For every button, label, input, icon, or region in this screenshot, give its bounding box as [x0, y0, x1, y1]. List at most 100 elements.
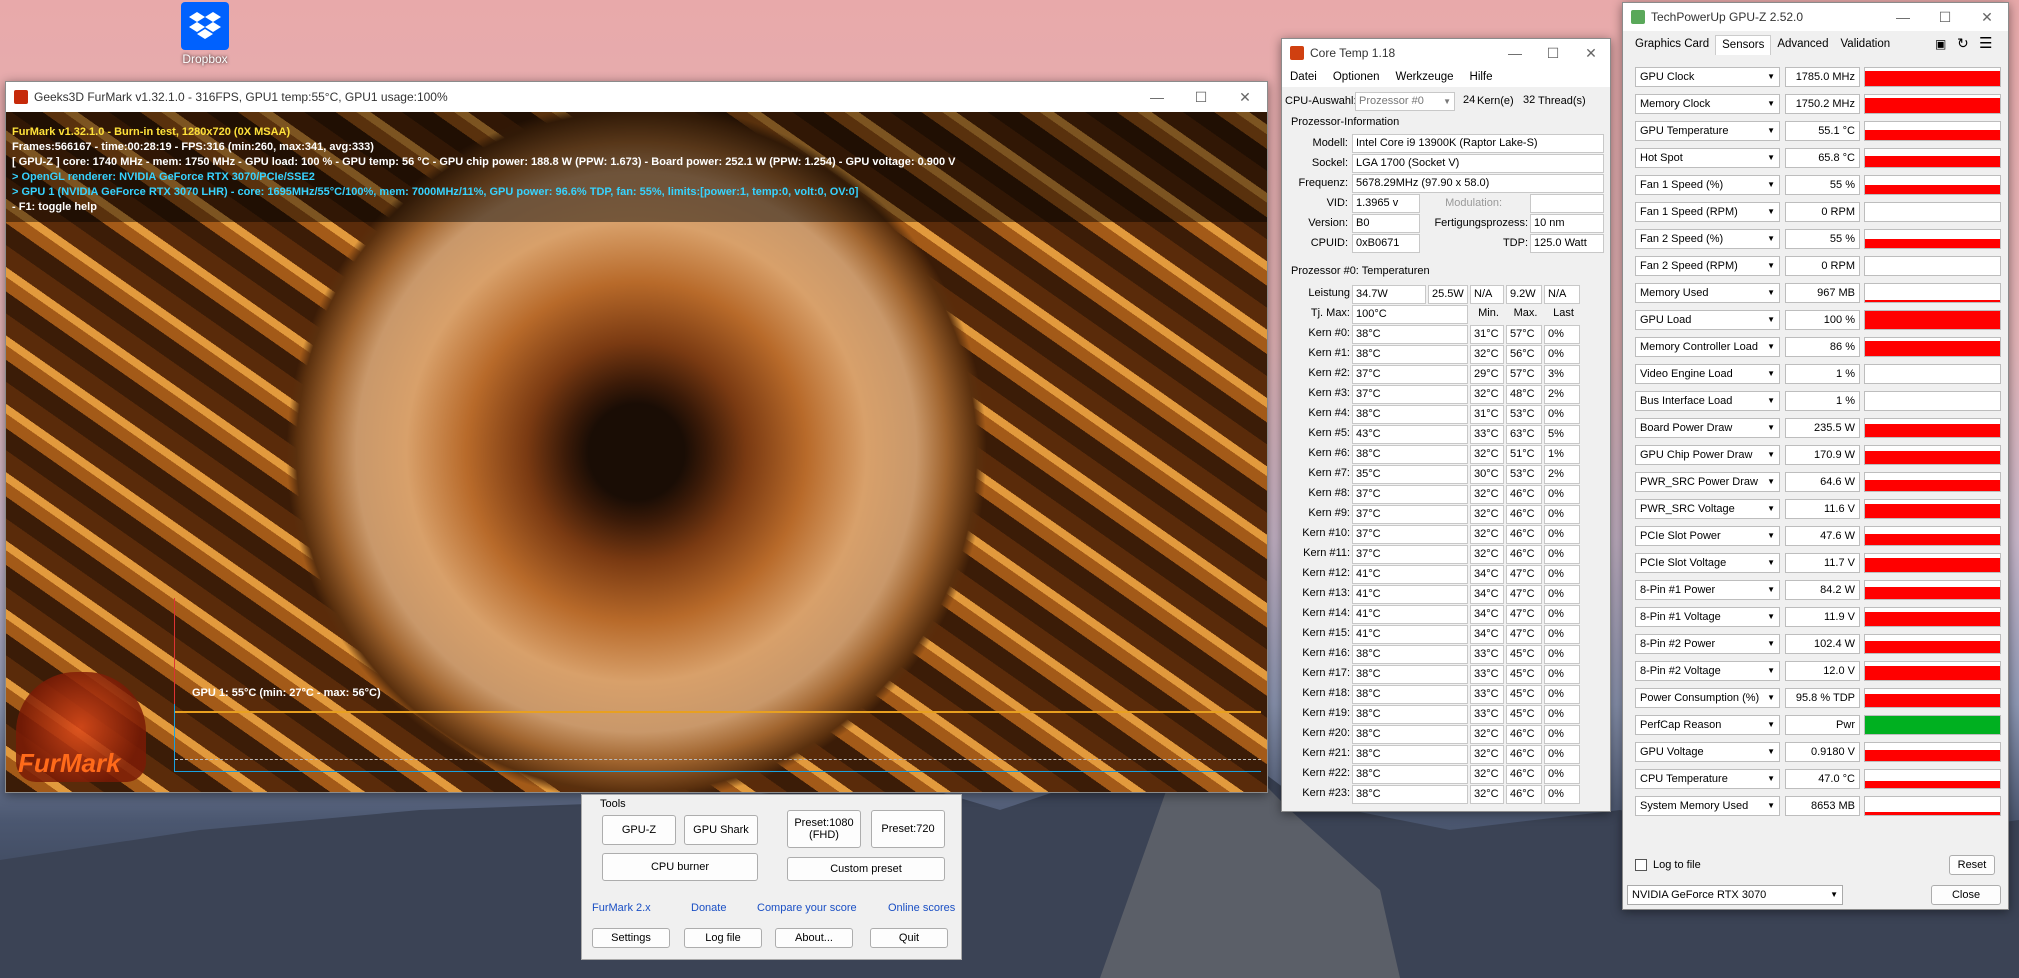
core-row: Kern #17: 38°C 33°C 45°C 0% — [1288, 664, 1606, 684]
core-load: 2% — [1544, 385, 1580, 404]
reset-button[interactable]: Reset — [1949, 855, 1995, 875]
maximize-icon[interactable]: ☐ — [1534, 45, 1572, 62]
gpu-select-dropdown[interactable]: NVIDIA GeForce RTX 3070 ▼ — [1627, 885, 1843, 905]
sensor-name[interactable]: Memory Controller Load ▼ — [1635, 337, 1780, 357]
sensor-row: Fan 2 Speed (%) ▼ 55 % — [1635, 227, 2005, 250]
core-temp: 38°C — [1352, 745, 1468, 764]
sensor-graph-fill — [1865, 97, 2000, 113]
core-row: Kern #21: 38°C 32°C 46°C 0% — [1288, 744, 1606, 764]
tab-advanced[interactable]: Advanced — [1771, 35, 1834, 55]
sensor-name[interactable]: GPU Clock ▼ — [1635, 67, 1780, 87]
sensor-name[interactable]: PerfCap Reason ▼ — [1635, 715, 1780, 735]
sensor-name[interactable]: Bus Interface Load ▼ — [1635, 391, 1780, 411]
sensor-name[interactable]: Board Power Draw ▼ — [1635, 418, 1780, 438]
sensor-name[interactable]: CPU Temperature ▼ — [1635, 769, 1780, 789]
chevron-down-icon: ▼ — [1767, 531, 1775, 540]
menu-optionen[interactable]: Optionen — [1333, 71, 1380, 83]
sensor-name[interactable]: Memory Clock ▼ — [1635, 94, 1780, 114]
sensor-name[interactable]: Fan 1 Speed (RPM) ▼ — [1635, 202, 1780, 222]
preset-720-button[interactable]: Preset:720 — [871, 810, 945, 848]
quit-button[interactable]: Quit — [870, 928, 948, 948]
sensor-name[interactable]: PWR_SRC Power Draw ▼ — [1635, 472, 1780, 492]
gpuz-titlebar[interactable]: TechPowerUp GPU-Z 2.52.0 — ☐ ✕ — [1623, 3, 2008, 31]
furmark-titlebar[interactable]: Geeks3D FurMark v1.32.1.0 - 316FPS, GPU1… — [6, 82, 1267, 112]
about-button[interactable]: About... — [775, 928, 853, 948]
sensor-name-text: GPU Chip Power Draw — [1640, 449, 1753, 461]
sensor-value: 0 RPM — [1785, 256, 1860, 276]
log-file-button[interactable]: Log file — [684, 928, 762, 948]
sensor-name[interactable]: GPU Load ▼ — [1635, 310, 1780, 330]
sensor-graph — [1864, 742, 2001, 762]
core-load: 3% — [1544, 365, 1580, 384]
gpuz-button[interactable]: GPU-Z — [602, 815, 676, 845]
donate-link[interactable]: Donate — [691, 902, 726, 914]
cpu-select-dropdown[interactable]: Prozessor #0 ▼ — [1355, 92, 1455, 111]
online-scores-link[interactable]: Online scores — [888, 902, 955, 914]
sensor-name[interactable]: Power Consumption (%) ▼ — [1635, 688, 1780, 708]
coretemp-titlebar[interactable]: Core Temp 1.18 — ☐ ✕ — [1282, 39, 1610, 67]
sensor-name[interactable]: 8-Pin #2 Voltage ▼ — [1635, 661, 1780, 681]
custom-preset-button[interactable]: Custom preset — [787, 857, 945, 881]
sensor-value: 65.8 °C — [1785, 148, 1860, 168]
core-max: 45°C — [1506, 665, 1542, 684]
sensor-name[interactable]: PCIe Slot Power ▼ — [1635, 526, 1780, 546]
sensor-name[interactable]: Fan 2 Speed (RPM) ▼ — [1635, 256, 1780, 276]
sensor-graph-fill — [1865, 156, 2000, 167]
sensor-name[interactable]: 8-Pin #2 Power ▼ — [1635, 634, 1780, 654]
log-to-file-checkbox[interactable] — [1635, 859, 1647, 871]
preset-1080-button[interactable]: Preset:1080 (FHD) — [787, 810, 861, 848]
core-temp: 37°C — [1352, 545, 1468, 564]
sensor-name[interactable]: GPU Chip Power Draw ▼ — [1635, 445, 1780, 465]
socket-value: LGA 1700 (Socket V) — [1352, 154, 1604, 173]
menu-datei[interactable]: Datei — [1290, 71, 1317, 83]
settings-button[interactable]: Settings — [592, 928, 670, 948]
sensor-name[interactable]: PCIe Slot Voltage ▼ — [1635, 553, 1780, 573]
minimize-icon[interactable]: — — [1496, 45, 1534, 61]
sensor-name[interactable]: PWR_SRC Voltage ▼ — [1635, 499, 1780, 519]
gpu-shark-button[interactable]: GPU Shark — [684, 815, 758, 845]
refresh-icon[interactable]: ↻ — [1957, 35, 1969, 52]
minimize-icon[interactable]: — — [1135, 89, 1179, 105]
menu-werkzeuge[interactable]: Werkzeuge — [1396, 71, 1454, 83]
sensor-name-text: CPU Temperature — [1640, 773, 1728, 785]
menu-hilfe[interactable]: Hilfe — [1470, 71, 1493, 83]
temperature-graph — [174, 704, 1261, 772]
close-icon[interactable]: ✕ — [1223, 89, 1267, 106]
camera-icon[interactable]: ▣ — [1935, 37, 1946, 51]
close-icon[interactable]: ✕ — [1966, 9, 2008, 26]
sensor-name[interactable]: Memory Used ▼ — [1635, 283, 1780, 303]
core-row: Kern #7: 35°C 30°C 53°C 2% — [1288, 464, 1606, 484]
sensor-graph-fill — [1865, 340, 2000, 356]
core-name: Kern #1: — [1308, 347, 1350, 359]
menu-icon[interactable]: ☰ — [1979, 34, 1992, 52]
sensor-name[interactable]: Fan 2 Speed (%) ▼ — [1635, 229, 1780, 249]
core-load: 0% — [1544, 565, 1580, 584]
tab-validation[interactable]: Validation — [1834, 35, 1896, 55]
sensor-name[interactable]: System Memory Used ▼ — [1635, 796, 1780, 816]
compare-score-link[interactable]: Compare your score — [757, 902, 857, 914]
sensor-name[interactable]: 8-Pin #1 Voltage ▼ — [1635, 607, 1780, 627]
furmark2-link[interactable]: FurMark 2.x — [592, 902, 651, 914]
close-icon[interactable]: ✕ — [1572, 45, 1610, 62]
maximize-icon[interactable]: ☐ — [1179, 89, 1223, 106]
sensor-name[interactable]: Hot Spot ▼ — [1635, 148, 1780, 168]
tab-graphics-card[interactable]: Graphics Card — [1629, 35, 1715, 55]
cpu-burner-button[interactable]: CPU burner — [602, 853, 758, 881]
load-column-header: Last — [1553, 307, 1574, 319]
sensor-name-text: Memory Used — [1640, 287, 1709, 299]
core-load: 0% — [1544, 625, 1580, 644]
dropbox-desktop-icon[interactable]: Dropbox — [178, 2, 232, 66]
core-load: 0% — [1544, 685, 1580, 704]
sensor-name[interactable]: Video Engine Load ▼ — [1635, 364, 1780, 384]
tab-sensors[interactable]: Sensors — [1715, 35, 1772, 55]
close-button[interactable]: Close — [1931, 885, 2001, 905]
tools-header: Tools — [600, 798, 626, 810]
sensor-name[interactable]: Fan 1 Speed (%) ▼ — [1635, 175, 1780, 195]
sensor-graph — [1864, 283, 2001, 303]
sensor-name-text: Hot Spot — [1640, 152, 1683, 164]
minimize-icon[interactable]: — — [1882, 9, 1924, 25]
sensor-name[interactable]: 8-Pin #1 Power ▼ — [1635, 580, 1780, 600]
maximize-icon[interactable]: ☐ — [1924, 9, 1966, 26]
sensor-name[interactable]: GPU Voltage ▼ — [1635, 742, 1780, 762]
sensor-name[interactable]: GPU Temperature ▼ — [1635, 121, 1780, 141]
